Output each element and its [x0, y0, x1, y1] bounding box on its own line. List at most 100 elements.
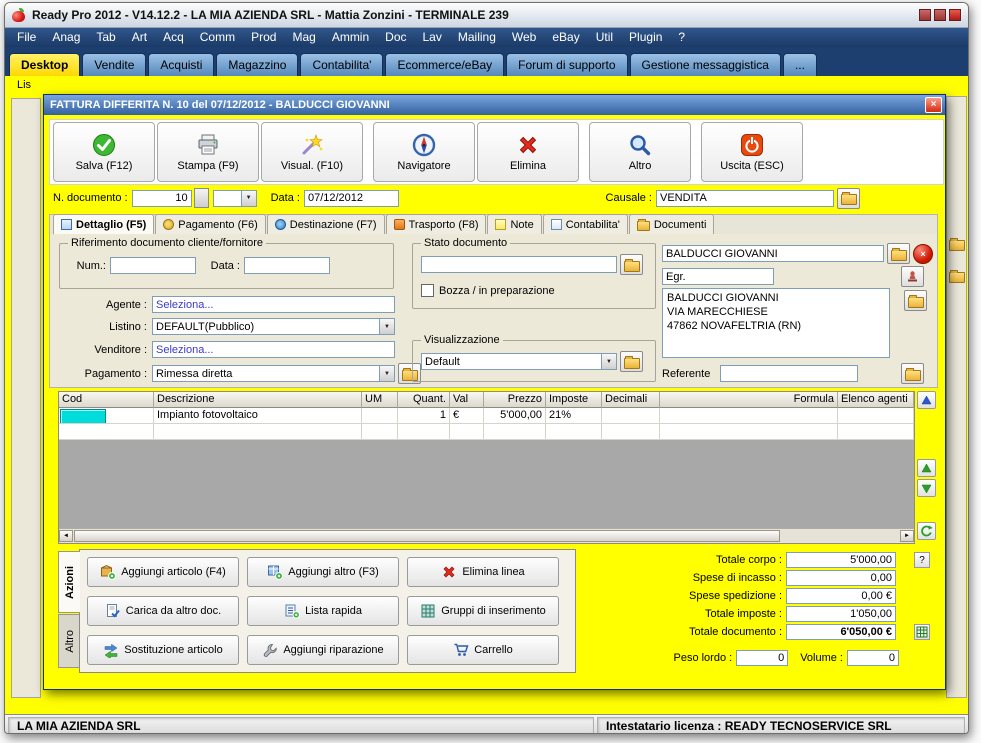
- stamp-button[interactable]: [901, 266, 924, 287]
- cliente-name-input[interactable]: [662, 245, 884, 262]
- doc-suffix-combo[interactable]: [212, 189, 257, 207]
- sostituzione-articolo-button[interactable]: Sostituzione articolo: [87, 635, 239, 665]
- rif-data-input[interactable]: [244, 257, 330, 274]
- menu-comm[interactable]: Comm: [192, 28, 243, 47]
- close-button[interactable]: [949, 9, 961, 21]
- pagamento-select[interactable]: [152, 365, 395, 382]
- grid-cell-cod[interactable]: [59, 408, 154, 424]
- col-header-decimali[interactable]: Decimali: [602, 392, 660, 408]
- col-header-descrizione[interactable]: Descrizione: [154, 392, 362, 408]
- saluto-input[interactable]: [662, 268, 774, 285]
- dialog-titlebar[interactable]: FATTURA DIFFERITA N. 10 del 07/12/2012 -…: [44, 95, 945, 115]
- peso-lordo-input[interactable]: 0: [736, 650, 789, 666]
- col-header-um[interactable]: UM: [362, 392, 398, 408]
- tab-desktop[interactable]: Desktop: [9, 53, 81, 76]
- carica-da-altro-doc-button[interactable]: Carica da altro doc.: [87, 596, 239, 626]
- referente-input[interactable]: [720, 365, 858, 382]
- aggiungi-articolo-button[interactable]: Aggiungi articolo (F4): [87, 557, 239, 587]
- col-header-formula[interactable]: Formula: [660, 392, 838, 408]
- tab-gestione-messaggistica[interactable]: Gestione messaggistica: [629, 53, 781, 76]
- chevron-down-icon[interactable]: [601, 353, 617, 370]
- grid-empty-row[interactable]: [59, 424, 914, 440]
- spese-spedizione-value[interactable]: 0,00 €: [786, 588, 896, 604]
- tab-acquisti[interactable]: Acquisti: [148, 53, 215, 76]
- grid-cell-val[interactable]: €: [450, 408, 484, 424]
- azioni-tab[interactable]: Azioni: [58, 551, 80, 613]
- cliente-remove-button[interactable]: [913, 243, 933, 264]
- menu-ebay[interactable]: eBay: [544, 28, 587, 47]
- tab-contabilita[interactable]: Contabilita': [300, 53, 384, 76]
- grid-cell-prezzo[interactable]: 5'000,00: [484, 408, 546, 424]
- minimize-button[interactable]: [919, 9, 931, 21]
- elimina-linea-button[interactable]: Elimina linea: [407, 557, 559, 587]
- visualizzazione-folder-button[interactable]: [620, 351, 643, 372]
- titlebar[interactable]: Ready Pro 2012 - V14.12.2 - LA MIA AZIEN…: [5, 3, 968, 28]
- totale-corpo-value[interactable]: 5'000,00: [786, 552, 896, 568]
- menu-acq[interactable]: Acq: [155, 28, 192, 47]
- aggiungi-riparazione-button[interactable]: Aggiungi riparazione: [247, 635, 399, 665]
- agente-select[interactable]: [152, 296, 395, 313]
- altro-button[interactable]: Altro: [589, 122, 691, 182]
- cliente-address-box[interactable]: BALDUCCI GIOVANNI VIA MARECCHIESE 47862 …: [662, 288, 890, 358]
- stato-folder-button[interactable]: [620, 254, 643, 275]
- stato-input[interactable]: [421, 256, 617, 273]
- address-folder-button[interactable]: [904, 290, 927, 311]
- menu-file[interactable]: File: [9, 28, 44, 47]
- menu-mag[interactable]: Mag: [284, 28, 323, 47]
- causale-folder-button[interactable]: [837, 187, 860, 209]
- delete-button[interactable]: Elimina: [477, 122, 579, 182]
- tab-ecommerce-ebay[interactable]: Ecommerce/eBay: [385, 53, 505, 76]
- grid-cell-descrizione[interactable]: Impianto fotovoltaico: [154, 408, 362, 424]
- chevron-down-icon[interactable]: [240, 189, 257, 207]
- grid-cell-elenco-agenti[interactable]: [838, 408, 914, 424]
- totale-imposte-value[interactable]: 1'050,00: [786, 606, 896, 622]
- refresh-button[interactable]: [917, 522, 936, 540]
- dialog-close-button[interactable]: ×: [925, 97, 942, 113]
- tab-pagamento[interactable]: Pagamento (F6): [155, 214, 266, 234]
- causale-input[interactable]: [656, 189, 834, 207]
- tab-forum-di-supporto[interactable]: Forum di supporto: [506, 53, 628, 76]
- doc-number-input[interactable]: [131, 189, 192, 207]
- navigator-button[interactable]: Navigatore: [373, 122, 475, 182]
- move-down-button[interactable]: [917, 479, 936, 497]
- menu-prod[interactable]: Prod: [243, 28, 284, 47]
- doc-suffix-input[interactable]: [212, 189, 241, 207]
- gruppi-di-inserimento-button[interactable]: Gruppi di inserimento: [407, 596, 559, 626]
- cliente-folder-button[interactable]: [887, 243, 910, 264]
- listino-select[interactable]: [152, 318, 395, 335]
- bozza-checkbox[interactable]: [421, 284, 434, 297]
- save-button[interactable]: Salva (F12): [53, 122, 155, 182]
- menu-anag[interactable]: Anag: [44, 28, 88, 47]
- menu-ammin[interactable]: Ammin: [324, 28, 377, 47]
- move-up-button[interactable]: [917, 459, 936, 477]
- calculator-button[interactable]: [914, 624, 930, 640]
- move-top-button[interactable]: [917, 391, 936, 409]
- grid-cell-um[interactable]: [362, 408, 398, 424]
- menu-art[interactable]: Art: [124, 28, 155, 47]
- grid-cell-imposte[interactable]: 21%: [546, 408, 602, 424]
- menu-tab[interactable]: Tab: [88, 28, 123, 47]
- tab-vendite[interactable]: Vendite: [82, 53, 147, 76]
- grid-row-1[interactable]: Impianto fotovoltaico 1 € 5'000,00 21%: [59, 408, 914, 424]
- col-header-prezzo[interactable]: Prezzo: [484, 392, 546, 408]
- col-header-val[interactable]: Val: [450, 392, 484, 408]
- menu-plugin[interactable]: Plugin: [621, 28, 670, 47]
- selected-cell-cursor[interactable]: [60, 409, 106, 423]
- col-header-quant[interactable]: Quant.: [398, 392, 450, 408]
- menu-help[interactable]: ?: [670, 28, 693, 47]
- tab-trasporto[interactable]: Trasporto (F8): [385, 214, 487, 234]
- menu-util[interactable]: Util: [588, 28, 621, 47]
- rif-num-input[interactable]: [110, 257, 196, 274]
- visualizzazione-select[interactable]: [421, 353, 617, 370]
- scroll-thumb[interactable]: [74, 530, 780, 542]
- menu-web[interactable]: Web: [504, 28, 544, 47]
- spese-incasso-value[interactable]: 0,00: [786, 570, 896, 586]
- tab-note[interactable]: Note: [487, 214, 542, 234]
- tab-dettaglio[interactable]: Dettaglio (F5): [53, 214, 155, 234]
- tab-more[interactable]: ...: [782, 53, 817, 76]
- chevron-down-icon[interactable]: [379, 365, 395, 382]
- grid-cell-formula[interactable]: [660, 408, 838, 424]
- altro-tab[interactable]: Altro: [58, 614, 80, 668]
- doc-date-input[interactable]: [303, 189, 399, 207]
- referente-folder-button[interactable]: [901, 363, 924, 384]
